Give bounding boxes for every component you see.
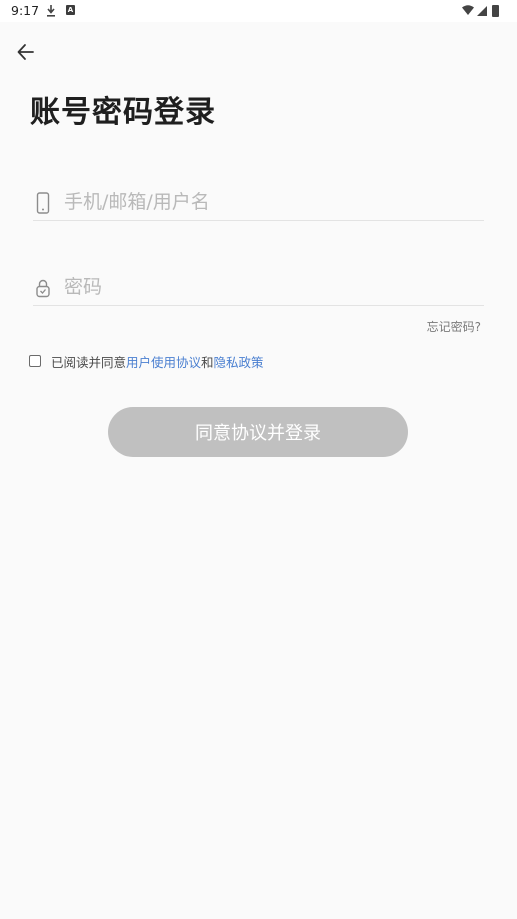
account-input[interactable]: [64, 188, 474, 216]
agree-and-login-button[interactable]: 同意协议并登录: [108, 407, 408, 457]
battery-icon: [492, 5, 499, 17]
agreement-and: 和: [201, 354, 214, 370]
a-notification-icon: A: [66, 5, 75, 15]
lock-icon: [36, 279, 50, 298]
back-arrow-icon[interactable]: [14, 40, 38, 64]
status-time: 9:17: [11, 3, 40, 18]
password-input[interactable]: [64, 273, 474, 301]
wifi-icon: [462, 5, 474, 15]
agreement-checkbox[interactable]: [29, 355, 41, 367]
download-icon: [47, 5, 55, 17]
forgot-password-link[interactable]: 忘记密码?: [427, 318, 481, 335]
system-status-icons: [462, 5, 499, 17]
agreement-row: 已阅读并同意 用户使用协议和隐私政策: [29, 352, 264, 370]
status-bar: 9:17 A: [0, 0, 517, 22]
user-agreement-link[interactable]: 用户使用协议: [126, 352, 201, 371]
phone-icon: [36, 192, 50, 214]
password-field: [33, 269, 484, 306]
account-field: [33, 184, 484, 221]
agreement-prefix: 已阅读并同意: [51, 354, 127, 370]
page-title: 账号密码登录: [30, 95, 216, 130]
cell-signal-icon: [477, 6, 487, 16]
privacy-policy-link[interactable]: 隐私政策: [214, 352, 264, 371]
